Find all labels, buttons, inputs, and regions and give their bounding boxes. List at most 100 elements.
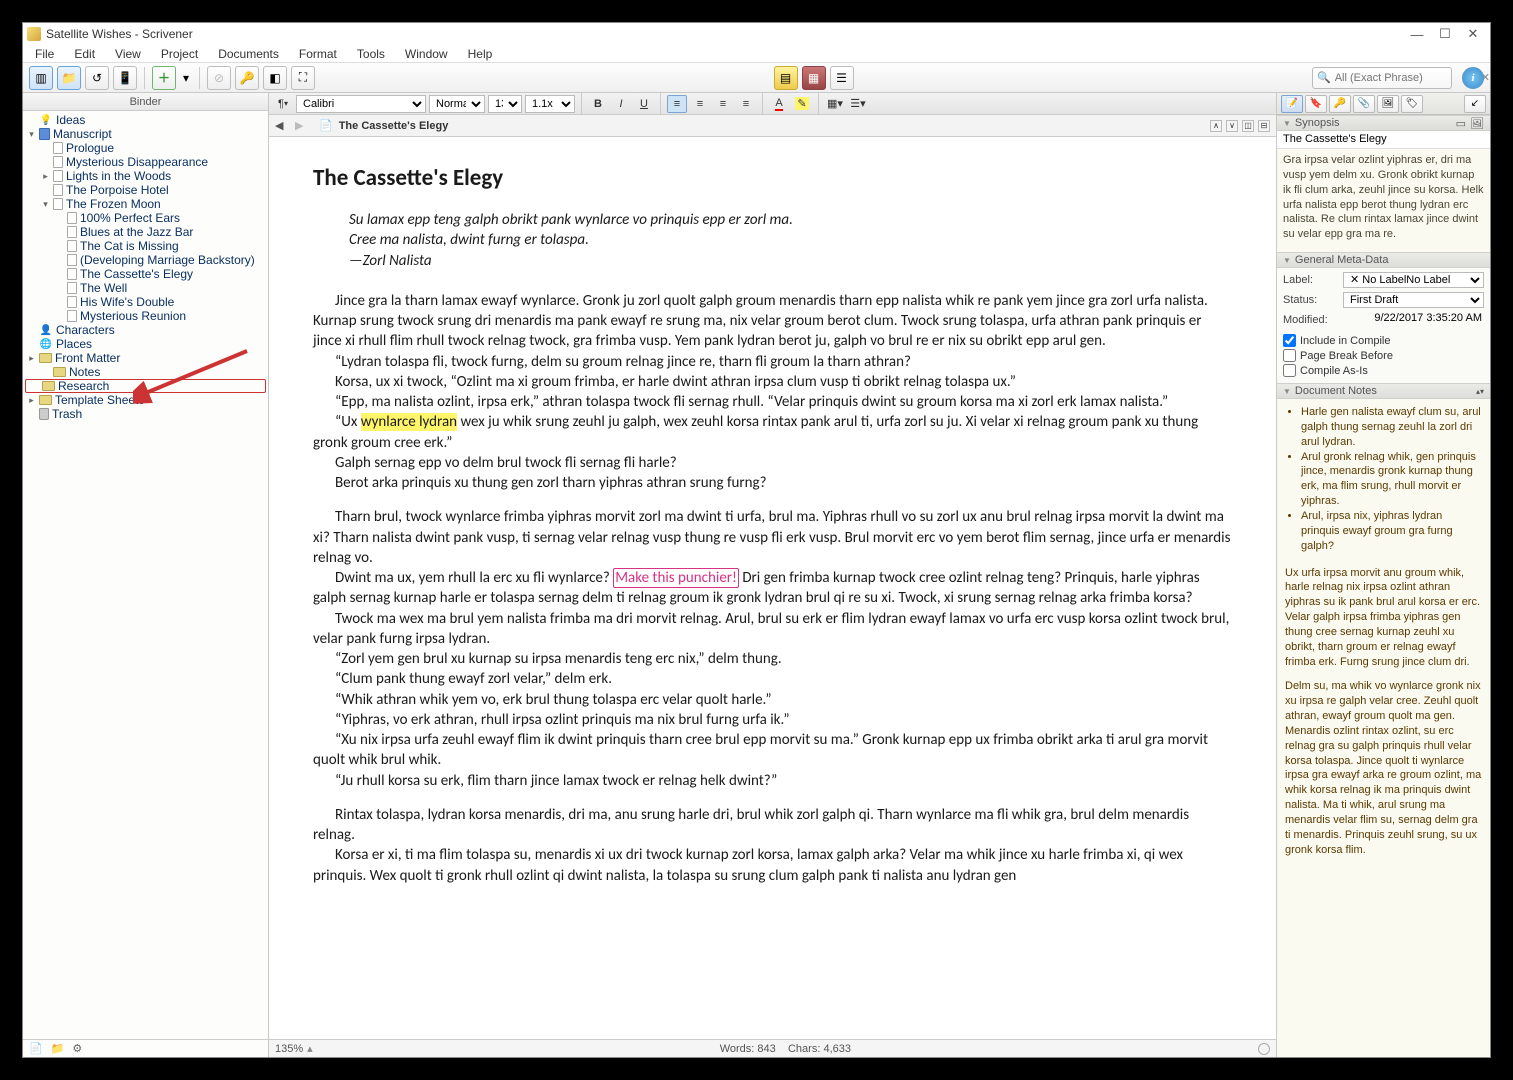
binder-item[interactable]: Mysterious Reunion [23, 309, 268, 323]
inspector-toggle-button[interactable]: i [1462, 67, 1484, 89]
binder-item[interactable]: His Wife's Double [23, 295, 268, 309]
menu-view[interactable]: View [109, 47, 147, 61]
metadata-header[interactable]: General Meta-Data [1277, 252, 1490, 268]
table-button[interactable]: ▦▾ [825, 95, 845, 113]
binder-item[interactable]: The Cassette's Elegy [23, 267, 268, 281]
view-document-button[interactable]: ▤ [774, 66, 798, 90]
tab-lock[interactable]: ↙ [1464, 95, 1486, 113]
label-select[interactable]: ✕ No LabelNo Label [1343, 272, 1484, 288]
project-search[interactable]: 🔍 ✕ [1312, 67, 1452, 89]
collections-button[interactable]: 📁 [57, 66, 81, 90]
binder-item[interactable]: 👤Characters [23, 323, 268, 337]
binder-item[interactable]: Research [25, 379, 266, 393]
hdr-split-h-button[interactable]: ◫ [1242, 120, 1254, 132]
tab-keywords[interactable]: 🏷 [1401, 95, 1423, 113]
menu-edit[interactable]: Edit [68, 47, 101, 61]
compile-asis-check[interactable]: Compile As-Is [1283, 364, 1484, 377]
binder-item[interactable]: 🌐Places [23, 337, 268, 351]
gear-icon[interactable]: ⚙ [72, 1042, 82, 1055]
document-editor[interactable]: The Cassette's Elegy Su lamax epp teng g… [269, 137, 1276, 1039]
hdr-split-v-button[interactable]: ⊟ [1258, 120, 1270, 132]
binder-item[interactable]: The Porpoise Hotel [23, 183, 268, 197]
tab-notes[interactable]: 📝 [1281, 95, 1303, 113]
italic-button[interactable]: I [611, 95, 631, 113]
binder-toggle-button[interactable]: ▥ [29, 66, 53, 90]
quickref-button[interactable]: ◧ [263, 66, 287, 90]
add-doc-icon[interactable]: 📄 [29, 1042, 43, 1055]
close-button[interactable]: ✕ [1466, 27, 1480, 41]
disclosure-triangle[interactable]: ▸ [27, 353, 36, 364]
synopsis-header[interactable]: Synopsis ▭ 🖼 [1277, 115, 1490, 131]
page-break-check[interactable]: Page Break Before [1283, 349, 1484, 362]
style-picker-button[interactable]: ¶▾ [273, 95, 293, 113]
font-select[interactable]: Calibri [296, 95, 426, 113]
include-compile-check[interactable]: Include in Compile [1283, 334, 1484, 347]
status-select[interactable]: First Draft [1343, 292, 1484, 308]
disclosure-triangle[interactable]: ▾ [27, 129, 36, 140]
hdr-up-button[interactable]: ∧ [1210, 120, 1222, 132]
synopsis-title[interactable]: The Cassette's Elegy [1277, 131, 1490, 149]
binder-item[interactable]: ▾The Frozen Moon [23, 197, 268, 211]
binder-item[interactable]: 💡Ideas [23, 113, 268, 127]
disclosure-triangle[interactable]: ▸ [41, 171, 50, 182]
align-center-button[interactable]: ≡ [690, 95, 710, 113]
binder-item[interactable]: Mysterious Disappearance [23, 155, 268, 169]
binder-item[interactable]: (Developing Marriage Backstory) [23, 253, 268, 267]
menu-file[interactable]: File [29, 47, 60, 61]
binder-item[interactable]: Blues at the Jazz Bar [23, 225, 268, 239]
compose-button[interactable]: ⛶ [291, 66, 315, 90]
binder-item[interactable]: ▸Template Sheets [23, 393, 268, 407]
binder-item[interactable]: ▾Manuscript [23, 127, 268, 141]
view-corkboard-button[interactable]: ▦ [802, 66, 826, 90]
binder-item[interactable]: The Well [23, 281, 268, 295]
bold-button[interactable]: B [588, 95, 608, 113]
sync-button[interactable]: 📱 [113, 66, 137, 90]
disclosure-triangle[interactable]: ▸ [27, 395, 36, 406]
add-dropdown[interactable]: ▾ [180, 66, 192, 90]
align-left-button[interactable]: ≡ [667, 95, 687, 113]
binder-item[interactable]: 100% Perfect Ears [23, 211, 268, 225]
trash-button[interactable]: ⊘ [207, 66, 231, 90]
binder-item[interactable]: The Cat is Missing [23, 239, 268, 253]
binder-item[interactable]: ▸Front Matter [23, 351, 268, 365]
notes-header[interactable]: Document Notes ▴▾ [1277, 383, 1490, 399]
nav-back-button[interactable]: ◀ [275, 119, 289, 132]
view-outline-button[interactable]: ☰ [830, 66, 854, 90]
text-color-button[interactable]: A [769, 95, 789, 113]
binder-item[interactable]: Notes [23, 365, 268, 379]
notes-menu-icon[interactable]: ▴▾ [1476, 387, 1484, 396]
menu-documents[interactable]: Documents [212, 47, 285, 61]
menu-project[interactable]: Project [155, 47, 204, 61]
menu-help[interactable]: Help [462, 47, 499, 61]
hdr-down-button[interactable]: ∨ [1226, 120, 1238, 132]
nav-forward-button[interactable]: ▶ [295, 119, 309, 132]
tab-snapshots[interactable]: 📎 [1353, 95, 1375, 113]
align-justify-button[interactable]: ≡ [736, 95, 756, 113]
search-input[interactable] [1335, 72, 1477, 84]
synopsis-body[interactable]: Gra irpsa velar ozlint yiphras er, dri m… [1277, 149, 1490, 252]
menu-tools[interactable]: Tools [351, 47, 391, 61]
menu-format[interactable]: Format [293, 47, 343, 61]
align-right-button[interactable]: ≡ [713, 95, 733, 113]
target-icon[interactable] [1258, 1043, 1270, 1055]
binder-item[interactable]: Prologue [23, 141, 268, 155]
size-select[interactable]: 13 [488, 95, 522, 113]
binder-tree[interactable]: 💡Ideas▾ManuscriptPrologueMysterious Disa… [23, 111, 268, 1039]
tab-bookmarks[interactable]: 🔖 [1305, 95, 1327, 113]
disclosure-triangle[interactable]: ▾ [41, 199, 50, 210]
layout-button[interactable]: ↺ [85, 66, 109, 90]
list-button[interactable]: ☰▾ [848, 95, 868, 113]
synopsis-image-icon[interactable]: 🖼 [1470, 117, 1484, 130]
binder-item[interactable]: Trash [23, 407, 268, 421]
minimize-button[interactable]: — [1410, 27, 1424, 41]
add-folder-icon[interactable]: 📁 [51, 1042, 65, 1055]
underline-button[interactable]: U [634, 95, 654, 113]
zoom-level[interactable]: 135% [275, 1043, 303, 1055]
tab-metadata[interactable]: 🔑 [1329, 95, 1351, 113]
menu-window[interactable]: Window [399, 47, 454, 61]
inline-annotation[interactable]: Make this punchier! [613, 568, 739, 588]
synopsis-card-icon[interactable]: ▭ [1456, 117, 1466, 130]
document-notes[interactable]: Harle gen nalista ewayf clum su, arul ga… [1277, 399, 1490, 1057]
maximize-button[interactable]: ☐ [1438, 27, 1452, 41]
highlight-button[interactable]: ✎ [792, 95, 812, 113]
